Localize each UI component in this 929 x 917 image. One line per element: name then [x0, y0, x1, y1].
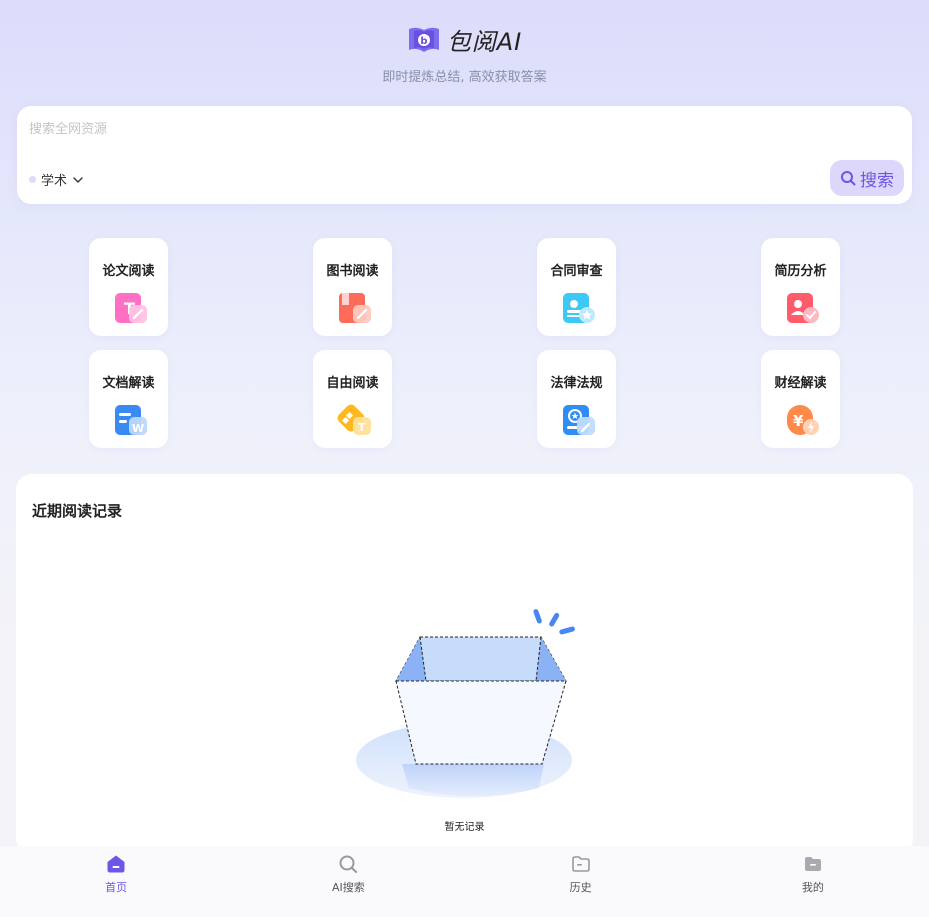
search-icon: [339, 855, 358, 873]
category-label: 学术: [41, 174, 68, 189]
chevron-down-icon: [73, 176, 83, 183]
tool-label: 法律法规: [550, 376, 603, 391]
tool-label: 自由阅读: [326, 376, 379, 391]
search-card: 学术 搜索: [17, 106, 912, 204]
folder-icon: [571, 856, 590, 872]
empty-state-text: 暂无记录: [444, 822, 485, 833]
svg-text:b: b: [420, 36, 427, 47]
tool-label: 文档解读: [102, 376, 155, 391]
search-button-label: 搜索: [860, 170, 894, 191]
tool-label: 财经解读: [774, 376, 827, 391]
tab-label: 我的: [801, 881, 824, 894]
contract-icon: [562, 293, 595, 323]
tab-label: 历史: [569, 881, 592, 894]
svg-text:W: W: [132, 422, 144, 435]
document-icon: W: [114, 405, 147, 435]
finance-icon: ¥: [786, 405, 819, 435]
tool-document-interpretation[interactable]: 文档解读 W: [89, 350, 168, 448]
brand-header: b 包阅AI: [0, 22, 929, 57]
tab-profile[interactable]: 我的: [697, 846, 929, 917]
tool-label: 合同审查: [550, 264, 603, 279]
law-icon: [562, 405, 595, 435]
svg-text:T: T: [358, 421, 366, 434]
tool-grid: 论文阅读 T 图书阅读 合同审查 简历分析: [89, 238, 841, 448]
home-icon: [107, 855, 125, 873]
tab-home[interactable]: 首页: [0, 846, 232, 917]
search-button[interactable]: 搜索: [830, 160, 904, 196]
tool-label: 图书阅读: [326, 264, 379, 279]
free-read-icon: T: [337, 404, 371, 435]
tool-label: 论文阅读: [102, 264, 155, 279]
book-icon: [338, 293, 371, 323]
tool-contract-review[interactable]: 合同审查: [537, 238, 616, 336]
bottom-tab-bar: 首页 AI搜索 历史 我的: [0, 846, 929, 917]
book-logo-icon: b: [408, 27, 439, 52]
brand-name: 包阅AI: [446, 28, 523, 56]
records-title: 近期阅读记录: [32, 502, 123, 520]
tab-ai-search[interactable]: AI搜索: [232, 846, 464, 917]
search-input[interactable]: [29, 116, 889, 142]
category-dot: [29, 176, 36, 183]
category-dropdown[interactable]: 学术: [29, 170, 84, 189]
search-icon: [841, 171, 856, 186]
resume-icon: [786, 293, 819, 323]
tab-label: AI搜索: [331, 881, 365, 894]
tab-history[interactable]: 历史: [465, 846, 697, 917]
tool-free-reading[interactable]: 自由阅读 T: [313, 350, 392, 448]
paper-icon: T: [114, 293, 147, 323]
tool-book-reading[interactable]: 图书阅读: [313, 238, 392, 336]
tool-paper-reading[interactable]: 论文阅读 T: [89, 238, 168, 336]
recent-reading-records: 近期阅读记录 暂无记录: [16, 474, 913, 854]
svg-text:¥: ¥: [793, 412, 804, 430]
tool-laws-regulations[interactable]: 法律法规: [537, 350, 616, 448]
profile-icon: [804, 857, 821, 871]
tab-label: 首页: [105, 881, 128, 894]
tagline: 即时提炼总结, 高效获取答案: [382, 70, 547, 85]
empty-box-illustration: [356, 609, 575, 798]
tool-label: 简历分析: [774, 264, 827, 279]
tool-resume-analysis[interactable]: 简历分析: [761, 238, 840, 336]
tool-finance-interpretation[interactable]: 财经解读 ¥: [761, 350, 840, 448]
